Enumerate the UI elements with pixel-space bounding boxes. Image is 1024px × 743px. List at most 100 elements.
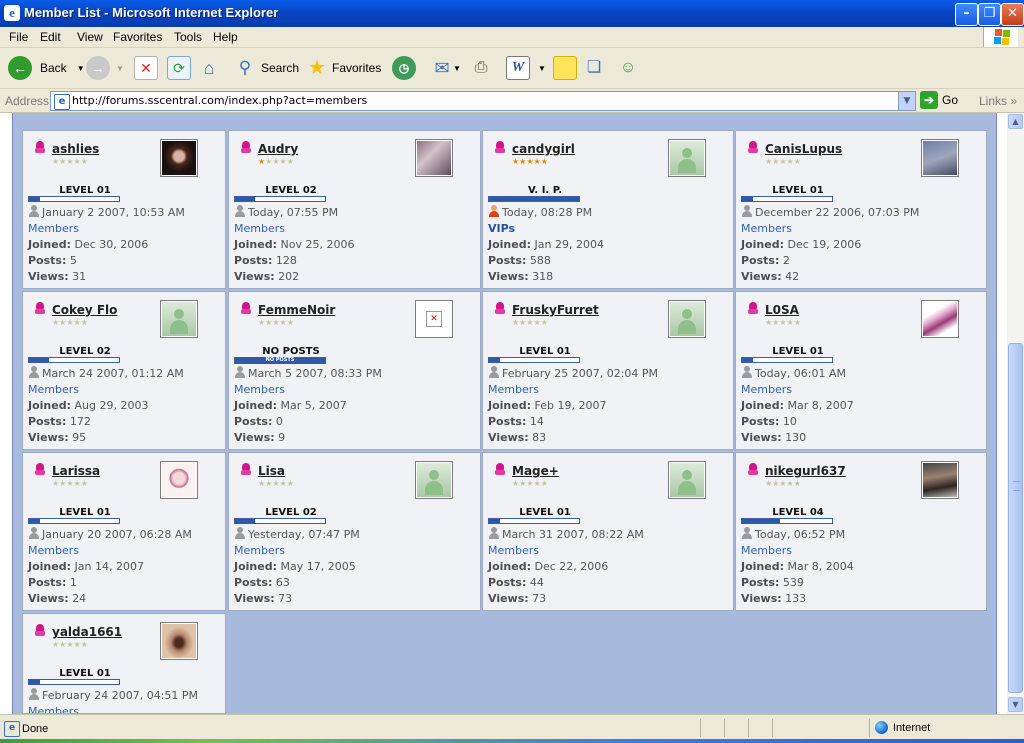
member-name-link[interactable]: candygirl xyxy=(512,142,575,156)
member-name-link[interactable]: yalda1661 xyxy=(52,625,122,639)
links-button[interactable]: Links » xyxy=(979,94,1017,108)
minimize-button[interactable]: – xyxy=(955,3,978,26)
edit-button[interactable]: W ▼ xyxy=(506,54,546,82)
member-group: Members xyxy=(28,222,79,235)
member-card: Cokey Flo ★★★★★ LEVEL 02 March 24 2007, 01:… xyxy=(22,291,226,450)
member-name-link[interactable]: FemmeNoir xyxy=(258,303,335,317)
joined-value: Nov 25, 2006 xyxy=(280,238,355,251)
stop-button[interactable]: ✕ xyxy=(134,54,158,82)
member-name-link[interactable]: Cokey Flo xyxy=(52,303,117,317)
views-label: Views: xyxy=(28,592,69,605)
member-name-link[interactable]: Larissa xyxy=(52,464,100,478)
avatar[interactable] xyxy=(160,300,198,338)
member-name-link[interactable]: CanisLupus xyxy=(765,142,842,156)
joined-label: Joined: xyxy=(28,238,71,251)
home-button[interactable]: ⌂ xyxy=(198,54,220,82)
refresh-button[interactable]: ⟳ xyxy=(167,54,191,82)
member-pin-icon xyxy=(495,463,505,478)
history-button[interactable]: ◷ xyxy=(392,54,416,82)
vertical-scrollbar[interactable]: ▲ ▼ xyxy=(1007,113,1024,714)
avatar[interactable] xyxy=(668,300,706,338)
go-button[interactable]: ➔ Go xyxy=(920,91,958,109)
chevron-down-icon[interactable]: ▼ xyxy=(538,64,546,73)
posts-value: 128 xyxy=(275,254,297,267)
address-dropdown-icon[interactable]: ▼ xyxy=(898,92,915,110)
menu-help[interactable]: Help xyxy=(213,30,238,44)
menu-favorites[interactable]: Favorites xyxy=(113,30,162,44)
chevron-down-icon[interactable]: ▼ xyxy=(453,64,461,73)
address-label: Address xyxy=(5,94,50,108)
restore-button[interactable]: ❐ xyxy=(978,3,1001,26)
avatar[interactable] xyxy=(668,139,706,177)
avatar[interactable] xyxy=(160,139,198,177)
joined-value: Jan 14, 2007 xyxy=(74,560,144,573)
rating-star-icon: ★ xyxy=(779,318,787,327)
discuss-button[interactable] xyxy=(553,54,577,82)
close-button[interactable]: ✕ xyxy=(1001,3,1024,26)
favorites-button[interactable]: ★ Favorites xyxy=(306,54,381,82)
member-name-link[interactable]: FruskyFurret xyxy=(512,303,599,317)
posts-value: 2 xyxy=(782,254,790,267)
posts-label: Posts: xyxy=(741,576,780,589)
search-button[interactable]: ⚲ Search xyxy=(234,54,299,82)
last-active: March 24 2007, 01:12 AM xyxy=(42,367,184,380)
posts-label: Posts: xyxy=(28,254,67,267)
avatar[interactable] xyxy=(921,461,959,499)
member-level: LEVEL 01 xyxy=(519,346,571,357)
menu-file[interactable]: File xyxy=(9,30,28,44)
scroll-down-icon[interactable]: ▼ xyxy=(1008,697,1023,712)
member-name-link[interactable]: Mage+ xyxy=(512,464,559,478)
menu-tools[interactable]: Tools xyxy=(174,30,202,44)
research-button[interactable]: ❏ xyxy=(583,54,605,82)
avatar[interactable] xyxy=(160,461,198,499)
level-bar: NO POSTS xyxy=(234,357,326,364)
back-button[interactable]: ← Back ▼ xyxy=(8,54,85,82)
menu-edit[interactable]: Edit xyxy=(40,30,61,44)
avatar[interactable] xyxy=(668,461,706,499)
views-value: 83 xyxy=(532,431,547,444)
avatar[interactable]: ✕ xyxy=(415,300,453,338)
member-card: Larissa ★★★★★ LEVEL 01 January 20 2007, 06:… xyxy=(22,452,226,611)
print-button[interactable]: ⎙ xyxy=(470,54,492,82)
rating-stars: ★★★★★ xyxy=(765,158,801,166)
avatar[interactable] xyxy=(921,300,959,338)
joined-value: May 17, 2005 xyxy=(280,560,356,573)
rating-stars: ★★★★★ xyxy=(52,480,88,488)
default-avatar-icon xyxy=(670,141,704,175)
member-level: V. I. P. xyxy=(527,185,563,196)
mail-button[interactable]: ✉ ▼ xyxy=(431,54,461,82)
member-name-link[interactable]: ashlies xyxy=(52,142,99,156)
joined-value: Dec 30, 2006 xyxy=(74,238,149,251)
views-value: 73 xyxy=(532,592,547,605)
messenger-button[interactable]: ☺ xyxy=(617,54,639,82)
posts-value: 63 xyxy=(275,576,290,589)
scroll-thumb[interactable] xyxy=(1008,343,1023,693)
forward-button[interactable]: → ▼ xyxy=(86,54,124,82)
member-card: yalda1661 ★★★★★ LEVEL 01 February 24 2007, … xyxy=(22,613,226,714)
status-divider xyxy=(748,719,749,737)
rating-stars: ★★★★★ xyxy=(52,319,88,327)
chevron-down-icon[interactable]: ▼ xyxy=(116,64,124,73)
address-input[interactable]: e http://forums.sscentral.com/index.php?… xyxy=(50,91,916,111)
joined-label: Joined: xyxy=(741,399,784,412)
member-group: VIPs xyxy=(488,222,516,235)
views-label: Views: xyxy=(488,270,529,283)
avatar[interactable] xyxy=(921,139,959,177)
posts-value: 10 xyxy=(782,415,797,428)
avatar[interactable] xyxy=(415,461,453,499)
avatar[interactable] xyxy=(160,622,198,660)
scroll-up-icon[interactable]: ▲ xyxy=(1008,114,1023,129)
views-row: Views: 130 xyxy=(741,431,806,444)
member-name-link[interactable]: nikegurl637 xyxy=(765,464,846,478)
member-name-link[interactable]: L0SA xyxy=(765,303,799,317)
member-level: LEVEL 02 xyxy=(265,507,317,518)
menu-view[interactable]: View xyxy=(77,30,103,44)
member-pin-icon xyxy=(748,141,758,156)
avatar-photo xyxy=(162,463,196,497)
avatar[interactable] xyxy=(415,139,453,177)
joined-label: Joined: xyxy=(741,560,784,573)
rating-stars: ★★★★★ xyxy=(512,480,548,488)
member-name-link[interactable]: Lisa xyxy=(258,464,285,478)
member-name-link[interactable]: Audry xyxy=(258,142,298,156)
chevron-down-icon[interactable]: ▼ xyxy=(77,64,85,73)
